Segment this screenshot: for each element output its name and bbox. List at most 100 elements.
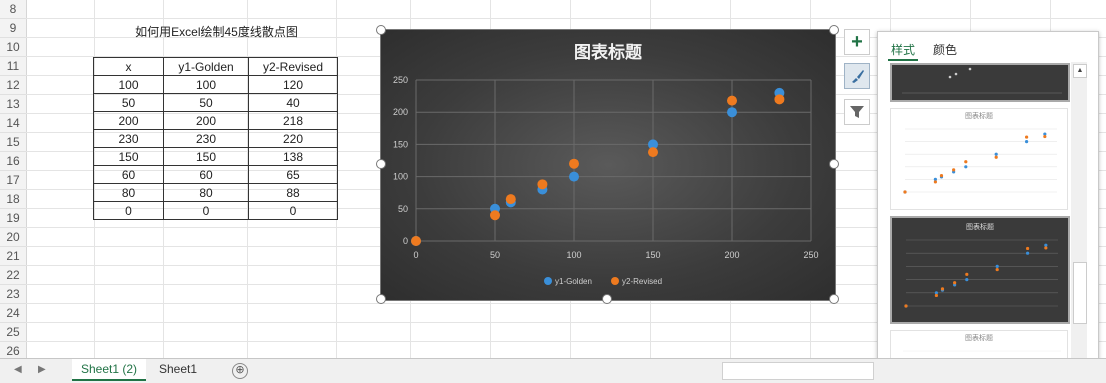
- tab-color[interactable]: 颜色: [933, 41, 957, 58]
- x-tick-label: 100: [566, 250, 581, 260]
- row-header[interactable]: 21: [0, 247, 26, 266]
- table-cell[interactable]: 88: [248, 183, 338, 202]
- preview-point: [994, 155, 998, 159]
- row-header[interactable]: 18: [0, 190, 26, 209]
- chart-resize-handle-ml[interactable]: [376, 159, 386, 169]
- table-cell[interactable]: 150: [93, 147, 164, 166]
- row-header[interactable]: 13: [0, 95, 26, 114]
- table-cell[interactable]: 50: [163, 93, 249, 112]
- panel-scrollbar[interactable]: ▲: [1071, 62, 1087, 358]
- table-cell[interactable]: 60: [163, 165, 249, 184]
- chart-resize-handle-bm[interactable]: [602, 294, 612, 304]
- style-thumbnail-2[interactable]: 图表标题: [890, 108, 1068, 210]
- row-header[interactable]: 23: [0, 285, 26, 304]
- table-cell[interactable]: 40: [248, 93, 338, 112]
- table-cell[interactable]: 80: [163, 183, 249, 202]
- table-cell[interactable]: 120: [248, 75, 338, 94]
- row-header[interactable]: 12: [0, 76, 26, 95]
- table-cell[interactable]: 60: [93, 165, 164, 184]
- row-header[interactable]: 11: [0, 57, 26, 76]
- style-thumbnail-3-selected[interactable]: 图表标题: [890, 216, 1070, 324]
- tab-style[interactable]: 样式: [891, 41, 915, 58]
- chart-resize-handle-bl[interactable]: [376, 294, 386, 304]
- brush-icon: [852, 70, 864, 83]
- x-tick-label: 0: [413, 250, 418, 260]
- table-row: 230 230 220: [93, 129, 338, 148]
- chart-styles-button[interactable]: [844, 63, 870, 89]
- y-tick-label: 250: [393, 75, 408, 85]
- table-cell[interactable]: 200: [93, 111, 164, 130]
- chart-filters-button[interactable]: [844, 99, 870, 125]
- style-2-title: 图表标题: [965, 113, 993, 120]
- table-cell[interactable]: 50: [93, 93, 164, 112]
- row-header[interactable]: 14: [0, 114, 26, 133]
- preview-point: [903, 190, 907, 194]
- style-thumbnail-1[interactable]: [890, 63, 1070, 102]
- table-cell[interactable]: 100: [93, 75, 164, 94]
- table-row: 150 150 138: [93, 147, 338, 166]
- style-3-preview: [904, 239, 1058, 308]
- table-cell[interactable]: 100: [163, 75, 249, 94]
- row-header[interactable]: 17: [0, 171, 26, 190]
- row-header[interactable]: 9: [0, 19, 26, 38]
- tab-scroll-left-icon[interactable]: ◀: [14, 364, 22, 375]
- sheet-tab-sheet1[interactable]: Sheet1: [150, 359, 206, 379]
- table-cell[interactable]: 230: [163, 129, 249, 148]
- row-header[interactable]: 26: [0, 342, 26, 358]
- preview-point: [995, 264, 999, 268]
- y-tick-label: 150: [393, 139, 408, 149]
- horizontal-scrollbar[interactable]: [722, 362, 874, 380]
- preview-point: [994, 152, 998, 156]
- scroll-up-button[interactable]: ▲: [1073, 64, 1087, 78]
- table-row: 60 60 65: [93, 165, 338, 184]
- table-cell[interactable]: x: [93, 57, 164, 76]
- chart-resize-handle-tr[interactable]: [829, 25, 839, 35]
- style-thumbnail-4[interactable]: 图表标题: [890, 330, 1068, 358]
- tab-scroll-right-icon[interactable]: ▶: [38, 364, 46, 375]
- table-cell[interactable]: 80: [93, 183, 164, 202]
- row-header[interactable]: 15: [0, 133, 26, 152]
- table-cell[interactable]: 150: [163, 147, 249, 166]
- sheet-tabs-bar: ◀ ▶ Sheet1 (2) Sheet1 ⊕: [0, 358, 1106, 383]
- table-cell[interactable]: 230: [93, 129, 164, 148]
- table-cell[interactable]: 200: [163, 111, 249, 130]
- row-header[interactable]: 19: [0, 209, 26, 228]
- worksheet[interactable]: 89101112131415161718192021222324252627 如…: [0, 0, 1106, 358]
- table-cell[interactable]: 138: [248, 147, 338, 166]
- table-cell[interactable]: 0: [163, 201, 249, 220]
- chart-resize-handle-mr[interactable]: [829, 159, 839, 169]
- scroll-thumb[interactable]: [1073, 262, 1087, 324]
- data-point-y1-golden: [569, 171, 579, 182]
- row-header[interactable]: 16: [0, 152, 26, 171]
- row-header[interactable]: 10: [0, 38, 26, 57]
- preview-point: [934, 293, 938, 298]
- chart-resize-handle-br[interactable]: [829, 294, 839, 304]
- add-sheet-icon[interactable]: ⊕: [232, 363, 248, 379]
- filter-icon: [850, 106, 864, 118]
- preview-point: [940, 287, 945, 291]
- chart-resize-handle-tl[interactable]: [376, 25, 386, 35]
- row-header[interactable]: 25: [0, 323, 26, 342]
- sheet-title-cell[interactable]: 如何用Excel绘制45度线散点图: [94, 23, 339, 40]
- row-headers: 89101112131415161718192021222324252627: [0, 0, 27, 358]
- x-tick-label: 50: [490, 250, 500, 260]
- table-cell[interactable]: 0: [93, 201, 164, 220]
- table-cell[interactable]: 220: [248, 129, 338, 148]
- data-point-y2-revised: [411, 236, 421, 246]
- table-cell[interactable]: 218: [248, 111, 338, 130]
- row-header[interactable]: 8: [0, 0, 26, 19]
- table-cell[interactable]: 65: [248, 165, 338, 184]
- row-header[interactable]: 20: [0, 228, 26, 247]
- table-cell[interactable]: 0: [248, 201, 338, 220]
- y-tick-label: 0: [403, 236, 408, 246]
- row-header[interactable]: 24: [0, 304, 26, 323]
- sheet-tab-sheet1-2[interactable]: Sheet1 (2): [72, 359, 147, 381]
- scatter-chart[interactable]: 图表标题 0 50 100 150 200 250 0 50 100 150 200 250 y1-Gol…: [380, 29, 836, 301]
- table-cell[interactable]: y2-Revised: [248, 57, 338, 76]
- preview-point: [964, 160, 968, 164]
- chart-elements-button[interactable]: +: [844, 29, 870, 55]
- table-cell[interactable]: y1-Golden: [163, 57, 249, 76]
- row-header[interactable]: 22: [0, 266, 26, 285]
- chart-plot: 图表标题 0 50 100 150 200 250 0 50 100 150 200 250 y1-Gol…: [393, 42, 819, 286]
- y-tick-label: 100: [393, 172, 408, 182]
